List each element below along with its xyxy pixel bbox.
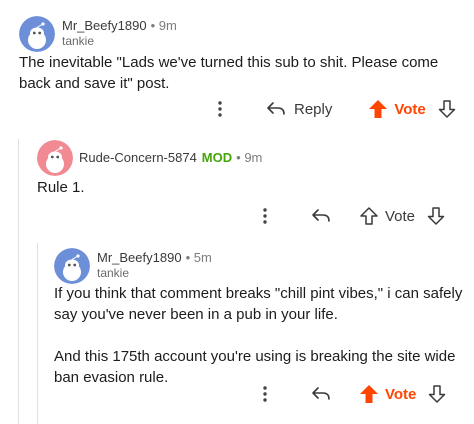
vote-label: Vote — [394, 100, 426, 118]
comment-actions: Reply Vote — [214, 96, 456, 122]
comment-body: Rule 1. — [37, 177, 457, 198]
avatar[interactable] — [19, 16, 55, 52]
user-flair: tankie — [97, 266, 130, 280]
downvote-icon — [429, 385, 446, 403]
user-flair: tankie — [62, 34, 95, 48]
comment-actions: Vote — [259, 203, 445, 229]
reply-button[interactable]: Reply — [266, 101, 332, 118]
reply-button[interactable] — [311, 386, 331, 402]
comment-author[interactable]: Mr_Beefy1890 — [97, 250, 182, 265]
downvote-icon — [427, 207, 445, 225]
thread-line-level-2 — [37, 243, 38, 424]
upvote-icon — [369, 100, 388, 118]
reply-arrow-icon — [312, 387, 330, 400]
comment-paragraph: The inevitable "Lads we've turned this s… — [19, 54, 439, 92]
upvote-button[interactable]: Vote — [368, 99, 426, 119]
thread-line-level-1 — [18, 139, 19, 424]
more-options-button[interactable] — [259, 384, 271, 404]
comment-time-value: 9m — [158, 18, 177, 33]
more-options-button[interactable] — [214, 99, 226, 119]
comment-time-value: 5m — [193, 250, 212, 265]
avatar[interactable] — [54, 248, 90, 284]
comment-body: If you think that comment breaks "chill … — [54, 283, 464, 388]
comment-paragraph: If you think that comment breaks "chill … — [54, 285, 463, 323]
reply-arrow-icon — [312, 209, 330, 222]
snoo-avatar-icon — [54, 248, 90, 284]
reply-arrow-icon — [267, 102, 285, 115]
comment-time: • 9m — [150, 18, 177, 33]
more-vertical-icon — [263, 208, 267, 224]
upvote-button[interactable]: Vote — [359, 206, 415, 226]
comment-time: • 9m — [236, 150, 263, 165]
downvote-button[interactable] — [427, 206, 445, 226]
downvote-button[interactable] — [428, 384, 446, 404]
comment-time: • 5m — [185, 250, 212, 265]
vote-label: Vote — [385, 207, 416, 225]
downvote-icon — [438, 100, 456, 118]
more-vertical-icon — [263, 386, 267, 402]
snoo-avatar-icon — [37, 140, 73, 176]
downvote-button[interactable] — [438, 99, 456, 119]
upvote-icon — [360, 385, 378, 403]
comment-time-value: 9m — [244, 150, 263, 165]
comment-author[interactable]: Mr_Beefy1890 — [62, 18, 147, 33]
more-options-button[interactable] — [259, 206, 271, 226]
reply-button[interactable] — [311, 208, 331, 224]
vote-label: Vote — [385, 385, 417, 403]
snoo-avatar-icon — [19, 16, 55, 52]
comment-author[interactable]: Rude-Concern-5874 — [79, 150, 197, 165]
comment-paragraph: Rule 1. — [37, 179, 85, 196]
upvote-button[interactable]: Vote — [359, 384, 416, 404]
reply-label: Reply — [294, 100, 333, 118]
avatar[interactable] — [37, 140, 73, 176]
upvote-icon — [360, 207, 378, 225]
mod-badge: MOD — [201, 150, 233, 165]
comment-body: The inevitable "Lads we've turned this s… — [19, 52, 464, 94]
comment-actions: Vote — [259, 381, 446, 407]
more-vertical-icon — [218, 101, 222, 117]
